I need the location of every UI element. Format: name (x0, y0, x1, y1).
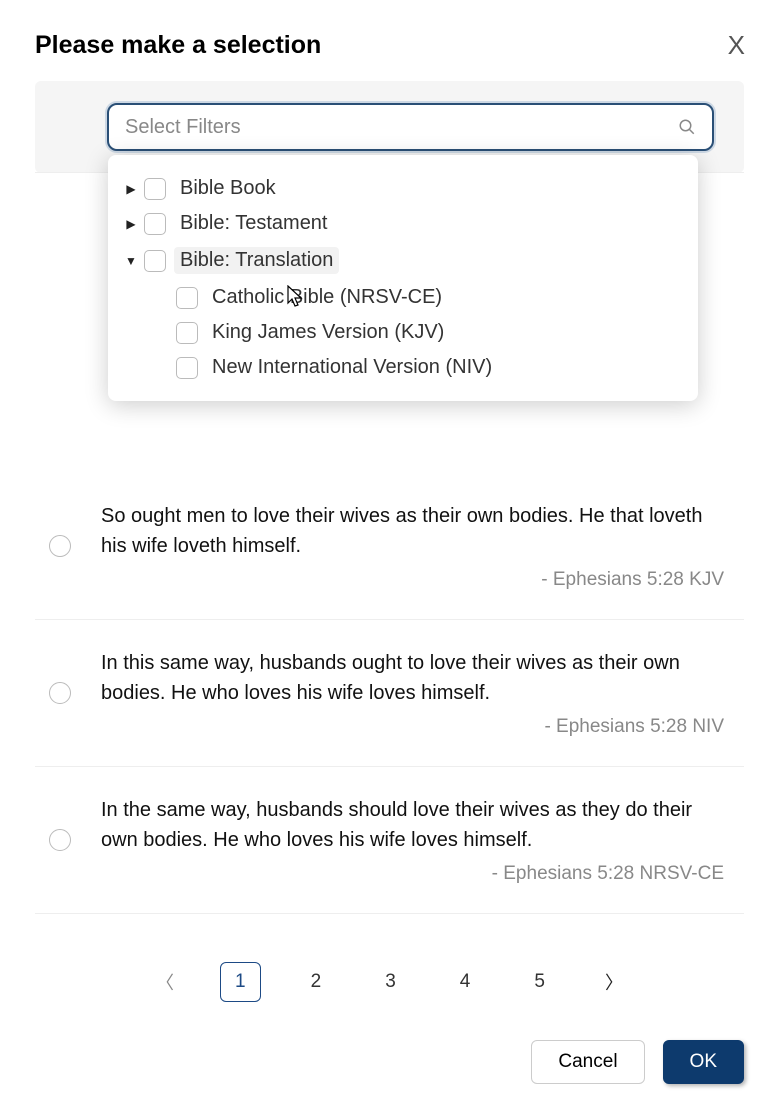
filter-input[interactable] (109, 116, 678, 139)
search-icon (678, 118, 696, 136)
page-number[interactable]: 3 (371, 963, 410, 1001)
tree-option-niv[interactable]: New International Version (NIV) (108, 350, 698, 385)
tree-label: New International Version (NIV) (212, 356, 492, 379)
page-number[interactable]: 4 (446, 963, 485, 1001)
tree-label: Bible Book (180, 177, 276, 200)
verse-reference: - Ephesians 5:28 KJV (101, 569, 724, 591)
page-number[interactable]: 5 (520, 963, 559, 1001)
page-number[interactable]: 1 (220, 962, 261, 1002)
caret-right-icon: ▶ (124, 217, 138, 231)
verse-reference: - Ephesians 5:28 NRSV-CE (101, 863, 724, 885)
caret-right-icon: ▶ (124, 182, 138, 196)
tree-option-nrsv[interactable]: Catholic Bible (NRSV-CE) (108, 280, 698, 315)
tree-item-bible-testament[interactable]: ▶ Bible: Testament (108, 206, 698, 241)
caret-down-icon: ▼ (124, 254, 138, 268)
verse-text: In the same way, husbands should love th… (101, 795, 724, 855)
verse-text: So ought men to love their wives as thei… (101, 501, 724, 561)
dialog-title: Please make a selection (35, 31, 321, 60)
tree-label: Bible: Testament (180, 212, 328, 235)
page-next[interactable]: 〉 (595, 963, 633, 1001)
checkbox[interactable] (144, 178, 166, 200)
pagination: 〈 1 2 3 4 5 〉 (0, 962, 779, 1002)
verse-reference: - Ephesians 5:28 NIV (101, 716, 724, 738)
page-number[interactable]: 2 (297, 963, 336, 1001)
dialog-footer: Cancel OK (531, 1040, 744, 1084)
checkbox[interactable] (176, 287, 198, 309)
checkbox[interactable] (176, 357, 198, 379)
filter-dropdown: ▶ Bible Book ▶ Bible: Testament ▼ Bible:… (108, 155, 698, 401)
list-item[interactable]: In this same way, husbands ought to love… (35, 620, 744, 767)
radio-button[interactable] (49, 829, 71, 851)
checkbox[interactable] (144, 213, 166, 235)
radio-button[interactable] (49, 682, 71, 704)
tree-option-kjv[interactable]: King James Version (KJV) (108, 315, 698, 350)
list-item[interactable]: So ought men to love their wives as thei… (35, 473, 744, 620)
tree-item-bible-book[interactable]: ▶ Bible Book (108, 171, 698, 206)
page-prev[interactable]: 〈 (146, 963, 184, 1001)
checkbox[interactable] (144, 250, 166, 272)
cancel-button[interactable]: Cancel (531, 1040, 644, 1084)
tree-label: Bible: Translation (174, 247, 339, 274)
filter-input-wrapper[interactable] (107, 103, 714, 151)
close-button[interactable]: X (724, 30, 749, 61)
verse-text: In this same way, husbands ought to love… (101, 648, 724, 708)
ok-button[interactable]: OK (663, 1040, 744, 1084)
tree-label: King James Version (KJV) (212, 321, 444, 344)
tree-item-bible-translation[interactable]: ▼ Bible: Translation (108, 241, 698, 280)
list-item[interactable]: In the same way, husbands should love th… (35, 767, 744, 914)
radio-button[interactable] (49, 535, 71, 557)
tree-label: Catholic Bible (NRSV-CE) (212, 286, 442, 309)
checkbox[interactable] (176, 322, 198, 344)
